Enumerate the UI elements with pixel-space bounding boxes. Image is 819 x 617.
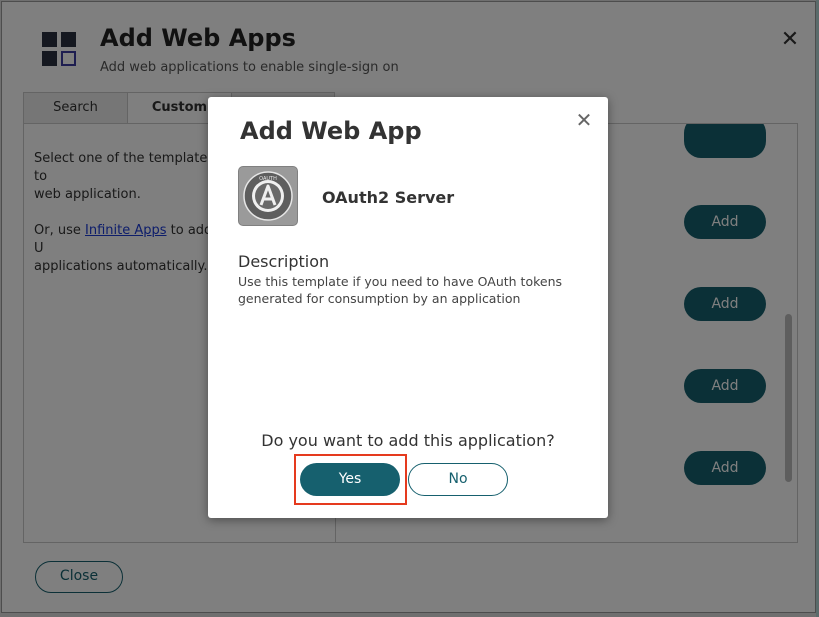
no-button[interactable]: No [408, 463, 508, 496]
app-name: OAuth2 Server [322, 188, 455, 207]
oauth-icon: OAUTH [238, 166, 298, 226]
modal-close-icon[interactable]: ✕ [574, 110, 594, 130]
oauth-icon-label: OAUTH [259, 176, 277, 182]
modal-title: Add Web App [240, 117, 422, 145]
yes-button[interactable]: Yes [300, 463, 400, 496]
description-label: Description [238, 252, 330, 271]
add-web-app-modal: Add Web App ✕ OAUTH OAuth2 Server Descri… [208, 97, 608, 518]
confirm-question: Do you want to add this application? [261, 431, 555, 450]
description-text: Use this template if you need to have OA… [238, 274, 563, 306]
